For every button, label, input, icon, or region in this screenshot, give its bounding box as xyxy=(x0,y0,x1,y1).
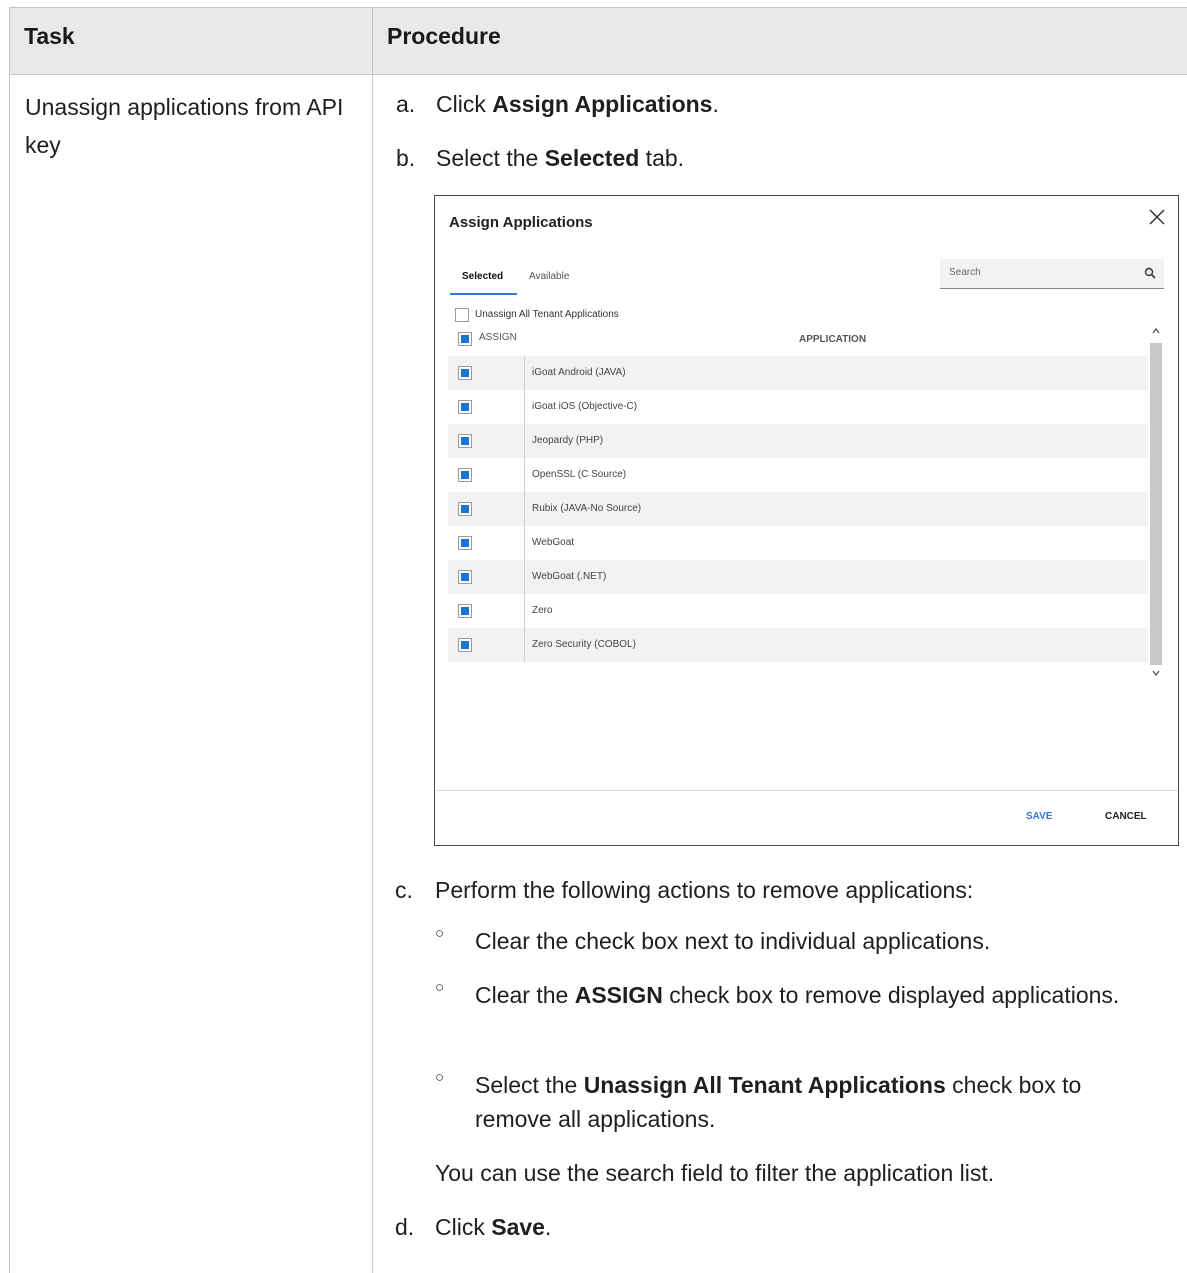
step-c-text: Perform the following actions to remove … xyxy=(435,877,974,903)
application-name: Rubix (JAVA-No Source) xyxy=(532,503,642,514)
application-column-header: APPLICATION xyxy=(799,334,867,345)
cancel-button[interactable]: CANCEL xyxy=(1105,811,1147,822)
table-row[interactable]: Zero Security (COBOL) xyxy=(448,628,1148,662)
table-row[interactable]: OpenSSL (C Source) xyxy=(448,458,1148,492)
header-task: Task xyxy=(24,23,75,49)
scroll-down-icon[interactable] xyxy=(1150,666,1162,680)
task-text: Unassign applications from API key xyxy=(25,94,344,158)
step-a-pre: Click xyxy=(436,91,493,117)
table-row[interactable]: Rubix (JAVA-No Source) xyxy=(448,492,1148,526)
step-b-label: b. xyxy=(396,145,416,171)
step-c-label: c. xyxy=(395,877,413,903)
bullet-2-bold: ASSIGN xyxy=(574,982,663,1008)
table-row[interactable]: Jeopardy (PHP) xyxy=(448,424,1148,458)
bullet-2-post: check box to remove displayed applicatio… xyxy=(662,982,1120,1008)
header-procedure: Procedure xyxy=(387,23,501,49)
search-icon[interactable] xyxy=(1144,267,1156,279)
assign-applications-dialog: Assign Applications Selected Available S… xyxy=(434,195,1179,846)
row-checkbox[interactable] xyxy=(458,366,472,380)
step-d-pre: Click xyxy=(435,1214,492,1240)
row-checkbox[interactable] xyxy=(458,638,472,652)
bullet-icon: ○ xyxy=(435,1069,445,1086)
scrollbar[interactable] xyxy=(1150,343,1162,665)
row-checkbox[interactable] xyxy=(458,570,472,584)
step-b-post: tab. xyxy=(639,145,685,171)
table-row[interactable]: iGoat Android (JAVA) xyxy=(448,356,1148,390)
bullet-icon: ○ xyxy=(435,925,445,942)
close-icon[interactable] xyxy=(1146,206,1168,228)
row-checkbox[interactable] xyxy=(458,468,472,482)
application-name: iGoat iOS (Objective-C) xyxy=(532,401,638,412)
step-d-label: d. xyxy=(395,1214,415,1240)
save-button[interactable]: SAVE xyxy=(1026,811,1053,822)
step-b-pre: Select the xyxy=(436,145,545,171)
step-a-label: a. xyxy=(396,91,416,117)
dialog-title: Assign Applications xyxy=(449,214,593,231)
bullet-3-pre: Select the xyxy=(475,1072,584,1098)
step-b-bold: Selected xyxy=(544,145,640,171)
application-name: Zero Security (COBOL) xyxy=(532,639,636,650)
application-name: WebGoat (.NET) xyxy=(532,571,607,582)
bullet-3-bold: Unassign All Tenant Applications xyxy=(583,1072,946,1098)
scroll-up-icon[interactable] xyxy=(1150,324,1162,338)
row-checkbox[interactable] xyxy=(458,434,472,448)
unassign-all-label: Unassign All Tenant Applications xyxy=(475,309,619,320)
application-name: WebGoat xyxy=(532,537,575,548)
assign-all-checkbox[interactable] xyxy=(458,332,472,346)
tab-selected-underline xyxy=(450,293,517,295)
footer-divider xyxy=(435,790,1178,791)
bullet-2-pre: Clear the xyxy=(475,982,575,1008)
step-d-post: . xyxy=(544,1214,552,1240)
step-d-bold: Save xyxy=(491,1214,545,1240)
search-note: You can use the search field to filter t… xyxy=(435,1157,994,1189)
assign-column-label: ASSIGN xyxy=(479,332,517,343)
row-checkbox[interactable] xyxy=(458,400,472,414)
application-name: OpenSSL (C Source) xyxy=(532,469,627,480)
row-checkbox[interactable] xyxy=(458,536,472,550)
application-name: iGoat Android (JAVA) xyxy=(532,367,626,378)
bullet-1-text: Clear the check box next to individual a… xyxy=(475,928,991,954)
row-column-divider xyxy=(524,356,525,662)
row-checkbox[interactable] xyxy=(458,502,472,516)
table-row[interactable]: WebGoat xyxy=(448,526,1148,560)
column-divider xyxy=(372,8,373,1273)
table-row[interactable]: Zero xyxy=(448,594,1148,628)
step-a-post: . xyxy=(712,91,719,117)
tab-available[interactable]: Available xyxy=(529,271,569,282)
table-header: Task Procedure xyxy=(10,8,1187,75)
application-name: Zero xyxy=(532,605,553,616)
search-input[interactable]: Search xyxy=(940,259,1164,289)
table-row[interactable]: iGoat iOS (Objective-C) xyxy=(448,390,1148,424)
row-checkbox[interactable] xyxy=(458,604,472,618)
bullet-icon: ○ xyxy=(435,979,445,996)
unassign-all-checkbox[interactable] xyxy=(455,308,469,322)
application-name: Jeopardy (PHP) xyxy=(532,435,604,446)
search-note-text: You can use the search field to filter t… xyxy=(435,1160,995,1186)
tab-selected[interactable]: Selected xyxy=(462,271,503,282)
step-a-bold: Assign Applications xyxy=(492,91,713,117)
table-row[interactable]: WebGoat (.NET) xyxy=(448,560,1148,594)
search-placeholder: Search xyxy=(949,267,981,278)
